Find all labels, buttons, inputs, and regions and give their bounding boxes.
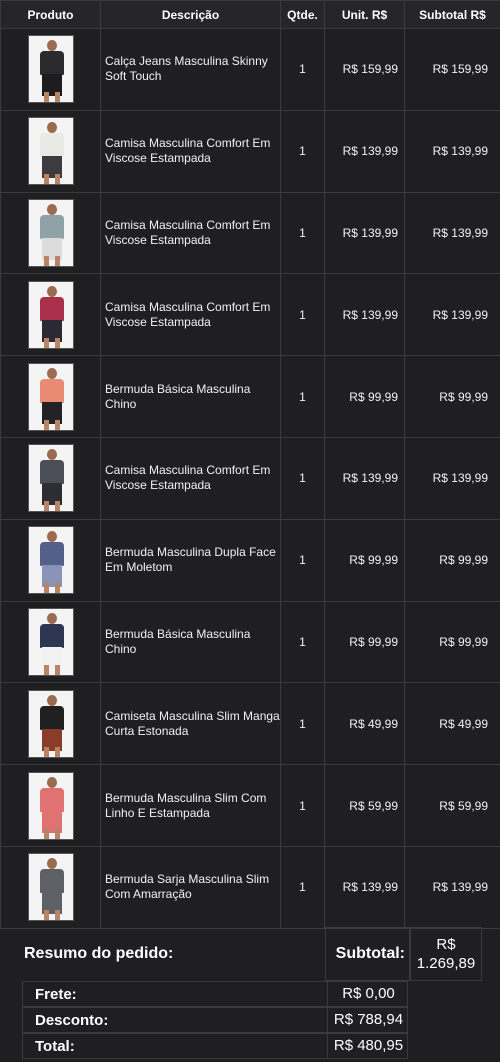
product-description: Camiseta Masculina Slim Manga Curta Esto… xyxy=(100,682,281,766)
table-row: Camiseta Masculina Slim Manga Curta Esto… xyxy=(0,682,500,766)
product-image-cell xyxy=(0,845,101,929)
product-image[interactable] xyxy=(27,280,74,349)
product-subtotal: R$ 139,99 xyxy=(404,273,500,357)
product-image[interactable] xyxy=(27,35,74,104)
product-subtotal: R$ 99,99 xyxy=(404,600,500,684)
product-qty: 1 xyxy=(280,518,325,602)
product-subtotal: R$ 99,99 xyxy=(404,355,500,438)
total-label: Total: xyxy=(35,1038,75,1055)
product-subtotal: R$ 49,99 xyxy=(404,682,500,766)
product-description: Bermuda Masculina Slim Com Linho E Estam… xyxy=(100,764,281,847)
header-unit-price: Unit. R$ xyxy=(324,0,405,29)
discount-row: Desconto: R$ 788,94 xyxy=(22,1007,408,1033)
product-unit-price: R$ 99,99 xyxy=(324,600,405,684)
product-image[interactable] xyxy=(27,607,74,676)
table-row: Bermuda Básica Masculina Chino 1 R$ 99,99 R… xyxy=(0,355,500,438)
product-qty: 1 xyxy=(280,28,325,111)
product-description: Camisa Masculina Comfort Em Viscose Esta… xyxy=(100,436,281,520)
product-subtotal: R$ 59,99 xyxy=(404,764,500,847)
product-subtotal: R$ 139,99 xyxy=(404,845,500,929)
subtotal-value: R$ 1.269,89 xyxy=(410,927,482,981)
product-unit-price: R$ 139,99 xyxy=(324,436,405,520)
order-summary: Resumo do pedido: Subtotal: R$ 1.269,89 … xyxy=(0,922,500,1062)
product-image[interactable] xyxy=(27,771,74,840)
order-items-table: Produto Descrição Qtde. Unit. R$ Subtota… xyxy=(0,0,500,929)
product-description: Camisa Masculina Comfort Em Viscose Esta… xyxy=(100,109,281,193)
product-qty: 1 xyxy=(280,109,325,193)
product-image[interactable] xyxy=(27,853,74,922)
product-image-cell xyxy=(0,682,101,766)
product-image-cell xyxy=(0,600,101,684)
product-image[interactable] xyxy=(27,117,74,186)
product-unit-price: R$ 99,99 xyxy=(324,355,405,438)
product-subtotal: R$ 159,99 xyxy=(404,28,500,111)
product-qty: 1 xyxy=(280,273,325,357)
product-description: Camisa Masculina Comfort Em Viscose Esta… xyxy=(100,273,281,357)
product-unit-price: R$ 139,99 xyxy=(324,273,405,357)
product-unit-price: R$ 49,99 xyxy=(324,682,405,766)
product-qty: 1 xyxy=(280,682,325,766)
product-image-cell xyxy=(0,518,101,602)
header-subtotal: Subtotal R$ xyxy=(404,0,500,29)
subtotal-label: Subtotal: xyxy=(325,927,410,981)
table-row: Camisa Masculina Comfort Em Viscose Esta… xyxy=(0,436,500,520)
product-image[interactable] xyxy=(27,362,74,431)
product-qty: 1 xyxy=(280,191,325,275)
table-row: Bermuda Básica Masculina Chino 1 R$ 99,99 R… xyxy=(0,600,500,684)
header-product: Produto xyxy=(0,0,101,29)
product-description: Bermuda Sarja Masculina Slim Com Amarraç… xyxy=(100,845,281,929)
product-qty: 1 xyxy=(280,600,325,684)
discount-label: Desconto: xyxy=(35,1012,109,1029)
product-subtotal: R$ 139,99 xyxy=(404,109,500,193)
product-image-cell xyxy=(0,273,101,357)
table-row: Bermuda Masculina Slim Com Linho E Estam… xyxy=(0,764,500,847)
table-row: Calça Jeans Masculina Skinny Soft Touch 1… xyxy=(0,28,500,111)
product-description: Bermuda Masculina Dupla Face Em Moletom xyxy=(100,518,281,602)
product-unit-price: R$ 99,99 xyxy=(324,518,405,602)
product-subtotal: R$ 139,99 xyxy=(404,191,500,275)
product-image-cell xyxy=(0,109,101,193)
product-qty: 1 xyxy=(280,764,325,847)
shipping-row: Frete: R$ 0,00 xyxy=(22,981,408,1007)
product-unit-price: R$ 59,99 xyxy=(324,764,405,847)
product-image[interactable] xyxy=(27,444,74,513)
table-row: Bermuda Masculina Dupla Face Em Moletom 1… xyxy=(0,518,500,602)
table-row: Bermuda Sarja Masculina Slim Com Amarraç… xyxy=(0,845,500,929)
subtotal-amount: 1.269,89 xyxy=(416,955,476,972)
summary-title: Resumo do pedido: xyxy=(24,945,174,962)
product-image-cell xyxy=(0,355,101,438)
product-qty: 1 xyxy=(280,355,325,438)
table-row: Camisa Masculina Comfort Em Viscose Esta… xyxy=(0,109,500,193)
subtotal-currency: R$ xyxy=(436,936,456,953)
product-description: Bermuda Básica Masculina Chino xyxy=(100,355,281,438)
header-description: Descrição xyxy=(100,0,281,29)
product-image[interactable] xyxy=(27,689,74,758)
header-qty: Qtde. xyxy=(280,0,325,29)
product-unit-price: R$ 139,99 xyxy=(324,109,405,193)
product-image-cell xyxy=(0,764,101,847)
product-image[interactable] xyxy=(27,198,74,267)
product-qty: 1 xyxy=(280,845,325,929)
product-image-cell xyxy=(0,436,101,520)
total-value: R$ 480,95 xyxy=(327,1034,409,1058)
product-unit-price: R$ 139,99 xyxy=(324,845,405,929)
total-row: Total: R$ 480,95 xyxy=(22,1033,408,1059)
shipping-value: R$ 0,00 xyxy=(327,982,409,1006)
discount-value: R$ 788,94 xyxy=(327,1008,409,1032)
product-image[interactable] xyxy=(27,526,74,595)
product-image-cell xyxy=(0,28,101,111)
table-header-row: Produto Descrição Qtde. Unit. R$ Subtota… xyxy=(0,0,500,29)
product-qty: 1 xyxy=(280,436,325,520)
product-unit-price: R$ 159,99 xyxy=(324,28,405,111)
product-unit-price: R$ 139,99 xyxy=(324,191,405,275)
table-row: Camisa Masculina Comfort Em Viscose Esta… xyxy=(0,191,500,275)
product-subtotal: R$ 139,99 xyxy=(404,436,500,520)
product-description: Camisa Masculina Comfort Em Viscose Esta… xyxy=(100,191,281,275)
table-row: Camisa Masculina Comfort Em Viscose Esta… xyxy=(0,273,500,357)
product-subtotal: R$ 99,99 xyxy=(404,518,500,602)
product-description: Calça Jeans Masculina Skinny Soft Touch xyxy=(100,28,281,111)
shipping-label: Frete: xyxy=(35,986,77,1003)
product-image-cell xyxy=(0,191,101,275)
product-description: Bermuda Básica Masculina Chino xyxy=(100,600,281,684)
